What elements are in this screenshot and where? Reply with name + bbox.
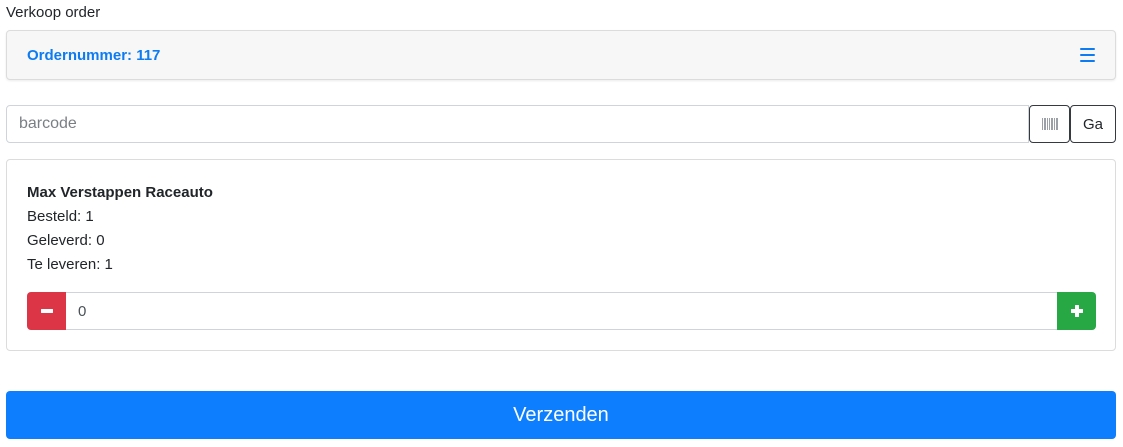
quantity-stepper [27, 292, 1096, 330]
submit-button[interactable]: Verzenden [6, 391, 1116, 439]
order-item-card: Max Verstappen Raceauto Besteld: 1 Gelev… [6, 159, 1116, 351]
item-to-deliver: Te leveren: 1 [27, 256, 113, 273]
increase-quantity-button[interactable] [1057, 292, 1096, 330]
hamburger-menu-icon[interactable] [1080, 48, 1095, 62]
item-name: Max Verstappen Raceauto [27, 184, 213, 201]
barcode-input[interactable] [6, 105, 1029, 143]
item-delivered: Geleverd: 0 [27, 232, 105, 249]
barcode-icon [1041, 118, 1058, 130]
go-button[interactable]: Ga [1070, 105, 1116, 143]
item-ordered: Besteld: 1 [27, 208, 94, 225]
order-header: Ordernummer: 117 [6, 30, 1116, 80]
scan-barcode-button[interactable] [1029, 105, 1070, 143]
decrease-quantity-button[interactable] [27, 292, 66, 330]
page-title: Verkoop order [6, 4, 101, 21]
minus-icon [40, 309, 53, 313]
plus-icon [1070, 305, 1083, 317]
order-number-title: Ordernummer: 117 [27, 47, 161, 64]
quantity-input[interactable] [66, 292, 1057, 330]
